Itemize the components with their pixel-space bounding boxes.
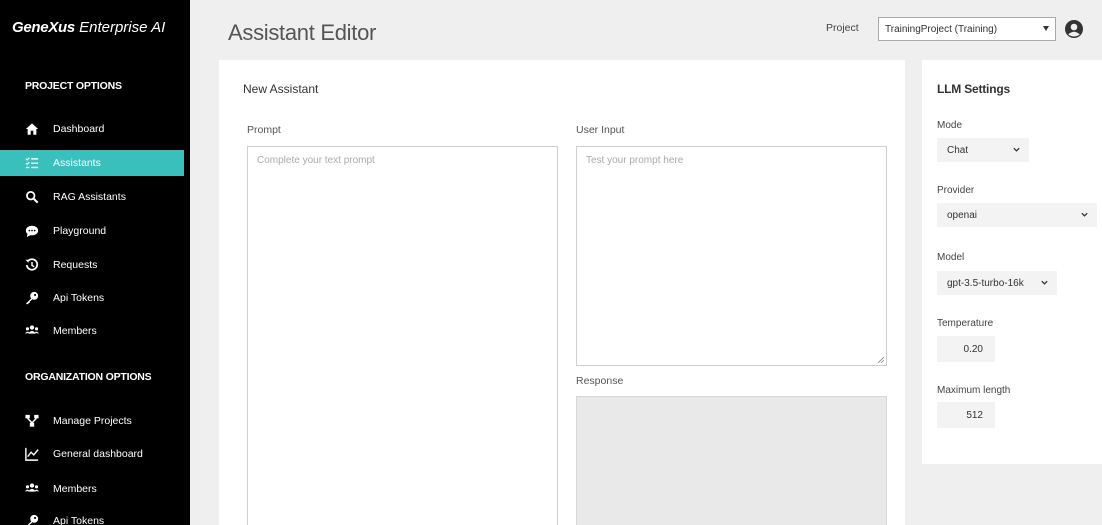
response-output: [576, 396, 887, 525]
history-icon: [25, 258, 39, 272]
resize-grip-icon[interactable]: [878, 357, 884, 363]
chat-bubble-icon: [25, 224, 39, 238]
temperature-input[interactable]: 0.20: [937, 336, 995, 362]
provider-label: Provider: [937, 185, 975, 196]
llm-settings-title: LLM Settings: [937, 82, 1010, 96]
response-label: Response: [576, 375, 624, 387]
search-icon: [25, 190, 39, 204]
llm-settings-card: LLM Settings Mode Chat Provider openai M…: [922, 60, 1102, 464]
organization-options-title: ORGANIZATION OPTIONS: [25, 371, 152, 383]
sidebar-item-rag-assistants[interactable]: RAG Assistants: [0, 184, 190, 210]
sidebar-item-assistants[interactable]: Assistants: [0, 150, 184, 176]
chevron-down-icon: [1081, 212, 1088, 217]
provider-select-value: openai: [947, 209, 978, 221]
sidebar-item-members[interactable]: Members: [0, 318, 190, 344]
sidebar-item-label: Members: [53, 483, 97, 495]
sidebar-item-general-dashboard[interactable]: General dashboard: [0, 441, 190, 467]
sidebar-item-label: Dashboard: [53, 123, 105, 135]
max-length-value: 512: [966, 409, 983, 421]
user-input-placeholder: Test your prompt here: [586, 155, 684, 166]
provider-select[interactable]: openai: [937, 203, 1097, 227]
card-title: New Assistant: [243, 82, 319, 96]
prompt-textarea[interactable]: Complete your text prompt: [247, 146, 558, 525]
sidebar-item-org-members[interactable]: Members: [0, 476, 190, 502]
prompt-placeholder: Complete your text prompt: [257, 155, 375, 166]
key-icon: [25, 291, 39, 305]
sidebar-item-label: Requests: [53, 259, 98, 271]
model-select[interactable]: gpt-3.5-turbo-16k: [937, 271, 1057, 295]
temperature-label: Temperature: [937, 318, 994, 329]
project-select[interactable]: TrainingProject (Training): [878, 17, 1056, 41]
chevron-down-icon: [1013, 147, 1020, 152]
user-input-textarea[interactable]: Test your prompt here: [576, 146, 887, 366]
temperature-value: 0.20: [963, 343, 983, 355]
users-icon: [25, 482, 39, 496]
sidebar-item-requests[interactable]: Requests: [0, 252, 190, 278]
sidebar-item-label: Members: [53, 325, 97, 337]
model-label: Model: [937, 252, 965, 263]
sidebar-item-label: RAG Assistants: [53, 191, 126, 203]
key-icon: [25, 514, 39, 525]
model-select-value: gpt-3.5-turbo-16k: [947, 277, 1024, 289]
chevron-down-icon: [1041, 280, 1048, 285]
project-select-value: TrainingProject (Training): [885, 23, 998, 35]
brand-name-bold: GeneXus: [12, 19, 75, 36]
page-title: Assistant Editor: [228, 20, 377, 45]
sidebar-item-label: Api Tokens: [53, 515, 105, 525]
project-label: Project: [826, 22, 859, 34]
sidebar-item-api-tokens[interactable]: Api Tokens: [0, 285, 190, 311]
max-length-input[interactable]: 512: [937, 402, 995, 428]
max-length-label: Maximum length: [937, 385, 1011, 396]
caret-down-icon: [1043, 26, 1049, 31]
brand-logo[interactable]: GeneXus Enterprise AI: [12, 19, 165, 36]
sidebar-item-manage-projects[interactable]: Manage Projects: [0, 408, 190, 434]
sidebar-item-label: Manage Projects: [53, 415, 132, 427]
mode-label: Mode: [937, 120, 963, 131]
line-chart-icon: [25, 447, 39, 461]
sidebar-item-label: Assistants: [53, 157, 101, 169]
project-options-title: PROJECT OPTIONS: [25, 80, 122, 92]
brand-name-rest: Enterprise AI: [74, 19, 166, 36]
sitemap-icon: [25, 414, 39, 428]
user-avatar-icon[interactable]: [1064, 19, 1084, 39]
users-icon: [25, 324, 39, 338]
sidebar: GeneXus Enterprise AI PROJECT OPTIONS Da…: [0, 0, 190, 525]
home-icon: [25, 122, 39, 136]
mode-select-value: Chat: [947, 144, 969, 156]
sidebar-item-label: Api Tokens: [53, 292, 105, 304]
assistant-editor-card: New Assistant Prompt Complete your text …: [219, 60, 905, 525]
sidebar-item-label: Playground: [53, 225, 107, 237]
sidebar-item-playground[interactable]: Playground: [0, 218, 190, 244]
sidebar-item-label: General dashboard: [53, 448, 143, 460]
mode-select[interactable]: Chat: [937, 138, 1029, 162]
sidebar-item-org-api-tokens[interactable]: Api Tokens: [0, 508, 190, 525]
list-check-icon: [25, 156, 39, 170]
user-input-label: User Input: [576, 124, 625, 136]
sidebar-item-dashboard[interactable]: Dashboard: [0, 116, 190, 142]
prompt-label: Prompt: [247, 124, 281, 136]
